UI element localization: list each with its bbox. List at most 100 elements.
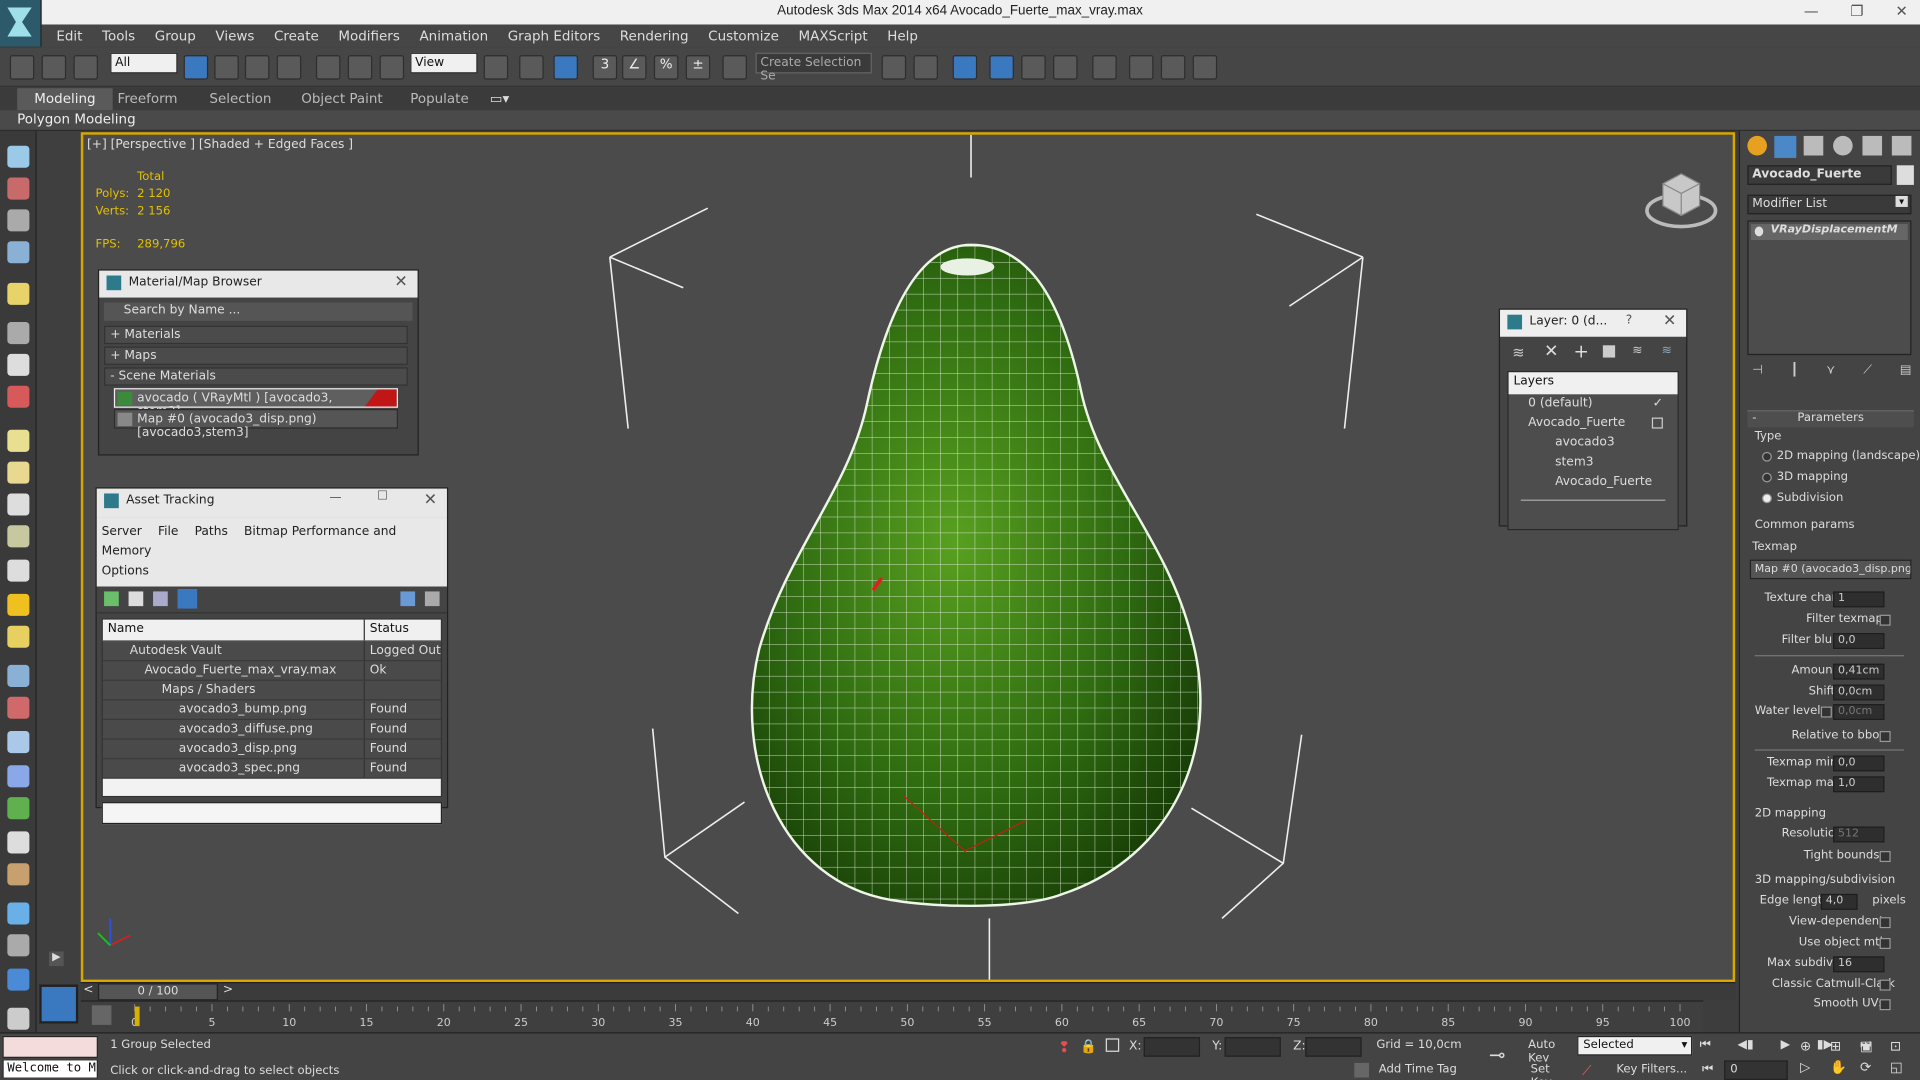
rect-selection-icon[interactable] <box>244 55 270 80</box>
track-bar[interactable]: 0510152025303540455055606570758085909510… <box>80 1000 1704 1033</box>
key-icon[interactable]: ⊸ <box>1489 1043 1505 1066</box>
box-icon[interactable] <box>7 429 30 452</box>
ribbon-options-icon[interactable]: ▭▾ <box>490 91 509 107</box>
delete-layer-icon[interactable]: ✕ <box>1544 342 1558 362</box>
pin-stack-icon[interactable]: ⊣ <box>1752 364 1763 381</box>
ball-icon[interactable] <box>7 625 30 648</box>
menu-views[interactable]: Views <box>206 28 265 44</box>
menu-group[interactable]: Group <box>145 28 206 44</box>
reel-icon[interactable] <box>7 385 30 408</box>
catmull-clark-checkbox[interactable] <box>1879 979 1891 991</box>
settings-icon[interactable] <box>7 1007 30 1030</box>
menu-maxscript[interactable]: MAXScript <box>789 28 878 44</box>
keyboard-shortcut-icon[interactable] <box>553 55 578 80</box>
maxscript-listener-top[interactable] <box>2 1035 98 1058</box>
percent-snap-icon[interactable]: % <box>653 55 679 80</box>
maximize-viewport-icon[interactable]: ◱ <box>1890 1059 1918 1077</box>
col-status[interactable]: Status <box>365 620 441 641</box>
reference-coord-dropdown[interactable]: View <box>410 52 478 74</box>
isolate-icon[interactable]: ❢ <box>1058 1038 1070 1055</box>
selection-filter-dropdown[interactable]: All <box>110 52 178 74</box>
menu-create[interactable]: Create <box>264 28 328 44</box>
menu-edit[interactable]: Edit <box>47 28 93 44</box>
key-filters-button[interactable]: Key Filters... <box>1611 1061 1693 1080</box>
map-item[interactable]: Map #0 (avocado3_disp.png) [avocado3,ste… <box>113 408 398 440</box>
restore-button[interactable]: ❐ <box>1850 2 1863 19</box>
help-button[interactable]: ? <box>1626 313 1633 326</box>
tab-selection[interactable]: Selection <box>209 91 271 107</box>
tree-icon[interactable] <box>153 591 168 607</box>
named-selection-dropdown[interactable]: Create Selection Se <box>755 52 872 83</box>
stack-item[interactable]: VRayDisplacementM <box>1751 224 1908 241</box>
radio-subdivision[interactable] <box>1762 493 1772 504</box>
parameters-rollout[interactable]: - Parameters <box>1747 410 1914 428</box>
add-selection-icon[interactable]: + <box>1573 340 1588 362</box>
render-icon[interactable] <box>7 177 30 200</box>
rendered-frame-icon[interactable] <box>1160 55 1186 80</box>
angle-snap-icon[interactable]: ∠ <box>622 55 647 80</box>
auto-key-button[interactable]: Auto Key <box>1523 1037 1575 1065</box>
view-dependent-checkbox[interactable] <box>1879 917 1891 929</box>
table-row[interactable]: avocado3_diffuse.png Found <box>102 720 441 740</box>
ribbon-panel-title[interactable]: Polygon Modeling <box>0 110 1920 132</box>
menu-animation[interactable]: Animation <box>410 28 498 44</box>
table-row[interactable]: Autodesk Vault Logged Out ... <box>102 641 441 662</box>
material-item[interactable]: avocado ( VRayMtl ) [avocado3, stem3] <box>113 388 398 419</box>
create-tab-icon[interactable] <box>1747 135 1767 156</box>
cloth-icon[interactable] <box>7 863 30 886</box>
filter-texmap-checkbox[interactable] <box>1879 614 1891 626</box>
maximize-icon[interactable]: ☐ <box>377 490 388 503</box>
configure-sets-icon[interactable]: ▤ <box>1900 364 1912 381</box>
material-editor-icon[interactable] <box>1092 55 1117 80</box>
layer-object-row[interactable]: stem3 <box>1509 453 1678 473</box>
bind-space-warp-icon[interactable] <box>73 55 98 80</box>
dog-icon[interactable] <box>7 525 30 548</box>
orbit-icon[interactable]: ⟳ <box>1860 1059 1888 1077</box>
new-layer-icon[interactable]: ≋ <box>1512 344 1524 361</box>
modifier-list-dropdown[interactable]: Modifier List ▾ <box>1747 194 1912 215</box>
unlink-icon[interactable] <box>41 55 67 80</box>
shift-input[interactable]: 0,0cm <box>1833 684 1885 701</box>
cone-icon[interactable] <box>7 559 30 582</box>
make-unique-icon[interactable]: ⋎ <box>1826 364 1835 381</box>
tab-freeform[interactable]: Freeform <box>118 91 178 107</box>
prev-key-icon[interactable]: ◀▮ <box>1738 1038 1754 1055</box>
water-level-input[interactable]: 0,0cm <box>1833 704 1885 721</box>
y-coord-field[interactable] <box>1224 1037 1281 1057</box>
maxscript-listener[interactable]: Welcome to M <box>2 1059 98 1079</box>
texmap-max-input[interactable]: 1,0 <box>1833 776 1885 793</box>
grid-icon[interactable] <box>7 241 30 264</box>
check-icon[interactable]: ✓ <box>1653 397 1663 410</box>
next-frame-icon[interactable]: > <box>223 983 233 996</box>
render-teapot-icon[interactable] <box>1192 55 1218 80</box>
render-setup-icon[interactable] <box>1128 55 1154 80</box>
show-end-result-icon[interactable]: ┃ <box>1791 364 1798 381</box>
table-view-icon[interactable] <box>177 588 198 609</box>
menu-modifiers[interactable]: Modifiers <box>329 28 410 44</box>
viewcube[interactable] <box>1645 173 1718 229</box>
tab-modeling[interactable]: Modeling <box>17 88 113 111</box>
menu-tools[interactable]: Tools <box>92 28 145 44</box>
table-row[interactable]: avocado3_spec.png Found <box>102 759 441 779</box>
radio-2d-mapping[interactable] <box>1762 451 1772 462</box>
particles-icon[interactable] <box>7 664 30 687</box>
add-time-tag[interactable]: Add Time Tag <box>1373 1061 1477 1080</box>
move-icon[interactable] <box>315 55 341 80</box>
zoom-extents-icon[interactable]: ▣ <box>1860 1038 1888 1056</box>
utilities-tab-icon[interactable] <box>1891 135 1912 156</box>
table-row[interactable]: Maps / Shaders <box>102 680 441 701</box>
align-icon[interactable] <box>913 55 938 80</box>
remove-modifier-icon[interactable]: ⟋ <box>1863 364 1872 381</box>
fov-icon[interactable]: ▷ <box>1800 1059 1828 1077</box>
menu-rendering[interactable]: Rendering <box>610 28 698 44</box>
hide-all-icon[interactable]: ≋ <box>1662 344 1672 357</box>
modify-tab-icon[interactable] <box>1774 135 1797 158</box>
tight-bounds-checkbox[interactable] <box>1879 851 1891 863</box>
snaps-toggle-icon[interactable]: 3 <box>592 55 618 80</box>
window-crossing-icon[interactable] <box>276 55 302 80</box>
layer-object-row[interactable]: Avocado_Fuerte <box>1509 473 1678 493</box>
app-menu-logo[interactable] <box>0 0 42 47</box>
track-bar-icon[interactable] <box>91 1005 112 1025</box>
menu-paths[interactable]: Paths <box>195 525 228 538</box>
minimize-icon[interactable]: — <box>329 491 341 504</box>
